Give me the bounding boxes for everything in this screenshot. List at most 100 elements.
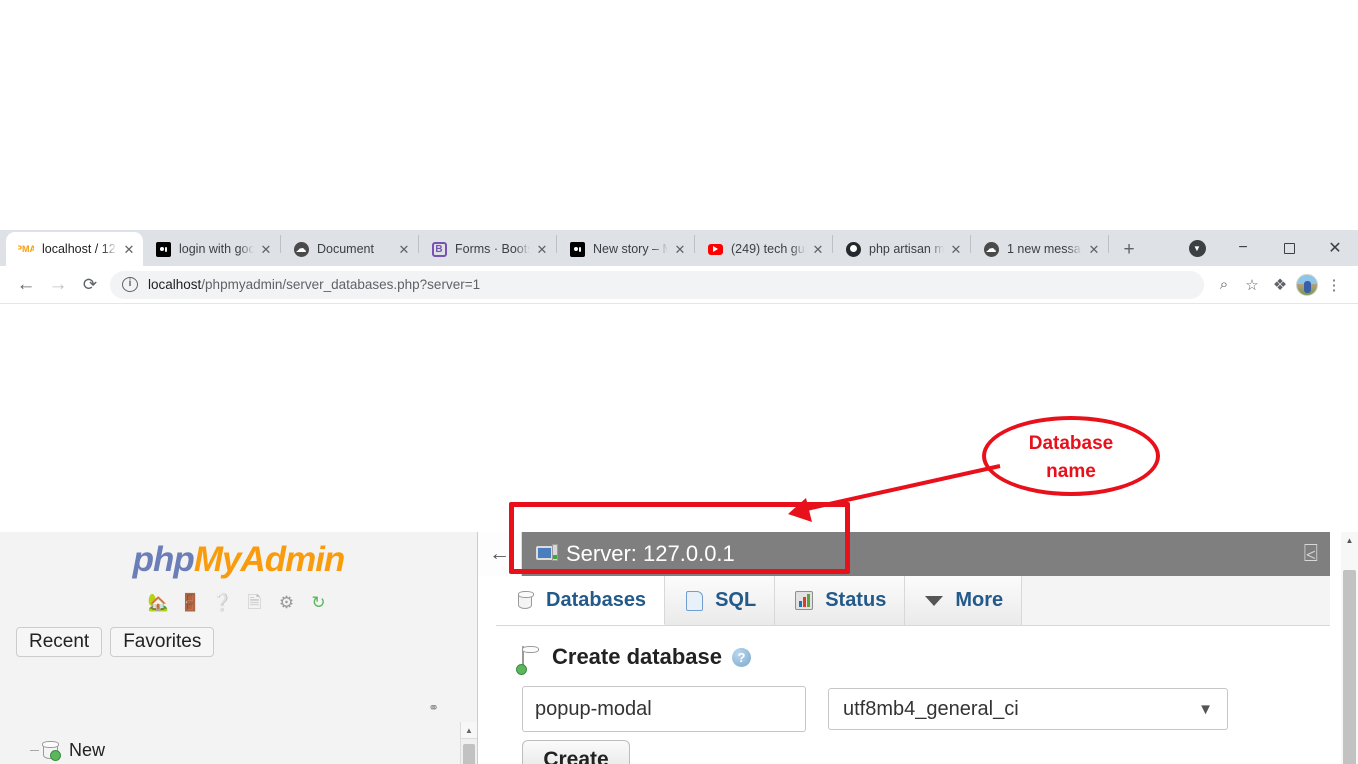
- chevron-down-icon: ▼: [1198, 700, 1213, 718]
- collapse-icon[interactable]: ⍃: [1304, 542, 1318, 566]
- scrollbar-thumb[interactable]: [463, 744, 475, 764]
- create-database-form: utf8mb4_general_ci ▼: [522, 686, 1330, 732]
- tab-title: (249) tech gui: [731, 242, 806, 256]
- pma-logo[interactable]: phpMyAdmin: [0, 532, 477, 577]
- pma-panel-tabs: Recent Favorites: [16, 627, 477, 657]
- close-icon[interactable]: ✕: [396, 241, 412, 257]
- browser-tab-1[interactable]: login with goo ✕: [143, 232, 280, 266]
- maximize-button[interactable]: [1266, 230, 1312, 266]
- navigation-scrollbar[interactable]: ▲: [460, 722, 477, 764]
- extensions-puzzle-icon[interactable]: ❖: [1266, 271, 1294, 299]
- tab-title: localhost / 12: [42, 242, 116, 256]
- tab-label: Databases: [546, 588, 647, 611]
- tab-title: php artisan m: [869, 242, 944, 256]
- close-window-button[interactable]: ✕: [1312, 230, 1358, 266]
- tab-title: Forms · Boots: [455, 242, 530, 256]
- pma-quick-icons: 🏡 🚪 ❔ 🗎 ⚙ ↻: [0, 591, 477, 613]
- tab-databases[interactable]: Databases: [496, 576, 666, 625]
- close-icon[interactable]: ✕: [1086, 241, 1102, 257]
- medium-icon: [569, 241, 585, 257]
- create-database-heading: Create database ?: [522, 644, 1330, 673]
- docs-icon[interactable]: 🗎: [244, 591, 266, 613]
- home-icon[interactable]: 🏡: [148, 591, 170, 613]
- page-viewport: phpMyAdmin 🏡 🚪 ❔ 🗎 ⚙ ↻ Recent Favorites …: [0, 532, 1358, 764]
- new-tab-button[interactable]: +: [1115, 235, 1143, 263]
- browser-tab-5[interactable]: (249) tech gui ✕: [695, 232, 832, 266]
- toolbar-actions: ⌕ ☆ ❖ ⋮: [1210, 271, 1348, 299]
- browser-tab-2[interactable]: ☁ Document ✕: [281, 232, 418, 266]
- reload-icon[interactable]: ↻: [308, 591, 330, 613]
- github-icon: [845, 241, 861, 257]
- browser-window: PMA localhost / 12 ✕ login with goo ✕ ☁ …: [0, 230, 1358, 764]
- profile-avatar[interactable]: [1296, 273, 1318, 296]
- close-icon[interactable]: ✕: [810, 241, 826, 257]
- server-icon: [536, 543, 558, 564]
- help-icon[interactable]: ?: [731, 647, 751, 667]
- logo-php: php: [132, 540, 195, 579]
- sql-scroll-icon: [683, 590, 705, 612]
- tab-label: SQL: [715, 589, 757, 611]
- url-path: /phpmyadmin/server_databases.php?server=…: [201, 277, 481, 292]
- scrollbar-thumb[interactable]: [1343, 570, 1356, 764]
- tab-more[interactable]: More: [905, 576, 1023, 625]
- forward-icon[interactable]: →: [42, 269, 74, 301]
- settings-gear-icon[interactable]: ⚙: [276, 591, 298, 613]
- close-icon[interactable]: ✕: [948, 241, 964, 257]
- url-domain: localhost: [148, 277, 202, 292]
- screenshot-root: PMA localhost / 12 ✕ login with goo ✕ ☁ …: [0, 0, 1358, 764]
- tree-item-new[interactable]: New: [10, 730, 451, 764]
- close-icon[interactable]: ✕: [672, 241, 688, 257]
- tab-status[interactable]: Status: [775, 576, 906, 625]
- tab-title: 1 new messag: [1007, 242, 1082, 256]
- site-info-icon[interactable]: i: [122, 277, 138, 292]
- scroll-up-icon[interactable]: ▲: [1341, 532, 1358, 549]
- close-icon[interactable]: ✕: [534, 241, 550, 257]
- back-icon[interactable]: ←: [10, 269, 42, 301]
- chrome-menu-icon[interactable]: ⋮: [1320, 271, 1348, 299]
- tab-sql[interactable]: SQL: [665, 576, 776, 625]
- create-button[interactable]: Create: [522, 740, 630, 764]
- logout-icon[interactable]: 🚪: [180, 591, 202, 613]
- close-icon[interactable]: ✕: [121, 241, 137, 257]
- reload-icon[interactable]: ⟳: [74, 269, 106, 301]
- address-bar[interactable]: i localhost/phpmyadmin/server_databases.…: [110, 270, 1204, 299]
- database-icon: [514, 589, 536, 611]
- phpmyadmin-icon: PMA: [18, 243, 34, 254]
- help-icon[interactable]: ❔: [212, 591, 234, 613]
- back-icon[interactable]: ←: [478, 532, 522, 576]
- pma-main-panel: ← Server: 127.0.0.1 ⍃ Databases SQL Stat…: [478, 532, 1358, 764]
- tab-label: Status: [825, 589, 887, 611]
- close-icon[interactable]: ✕: [258, 241, 274, 257]
- pma-nav-tabs: Databases SQL Status More: [496, 576, 1330, 626]
- minimize-button[interactable]: −: [1220, 230, 1266, 266]
- logo-myadmin: MyAdmin: [193, 540, 345, 579]
- collation-select[interactable]: utf8mb4_general_ci ▼: [828, 688, 1228, 730]
- browser-tab-3[interactable]: B Forms · Boots ✕: [419, 232, 556, 266]
- browser-tabstrip: PMA localhost / 12 ✕ login with goo ✕ ☁ …: [0, 230, 1358, 266]
- database-name-input[interactable]: [522, 686, 806, 732]
- tab-title: login with goo: [179, 242, 254, 256]
- browser-tab-7[interactable]: ☁ 1 new messag ✕: [971, 232, 1108, 266]
- browser-tab-0[interactable]: PMA localhost / 12 ✕: [6, 232, 143, 266]
- browser-tab-6[interactable]: php artisan m ✕: [833, 232, 970, 266]
- bookmark-star-icon[interactable]: ☆: [1238, 271, 1266, 299]
- new-db-icon: [39, 741, 61, 761]
- profile-chip-icon[interactable]: ▼: [1174, 230, 1220, 266]
- chevron-down-icon: [923, 590, 945, 612]
- scroll-up-icon[interactable]: ▲: [461, 722, 477, 739]
- zoom-icon[interactable]: ⌕: [1210, 271, 1238, 299]
- globe-icon: ☁: [983, 241, 999, 257]
- server-title-text: Server: 127.0.0.1: [566, 541, 735, 566]
- database-tree: New + bootstrap-model + ds +: [10, 730, 451, 764]
- url-text: localhost/phpmyadmin/server_databases.ph…: [148, 277, 480, 292]
- tab-recent[interactable]: Recent: [16, 627, 103, 657]
- browser-tab-4[interactable]: New story – M ✕: [557, 232, 694, 266]
- medium-icon: [155, 241, 171, 257]
- server-header: ← Server: 127.0.0.1 ⍃: [478, 532, 1330, 576]
- main-scrollbar[interactable]: ▲: [1341, 532, 1358, 764]
- bootstrap-icon: B: [431, 241, 447, 257]
- link-chain-icon[interactable]: ⚭: [428, 700, 439, 716]
- create-database-title: Create database: [552, 644, 722, 669]
- tab-favorites[interactable]: Favorites: [110, 627, 215, 657]
- tab-label: More: [955, 589, 1004, 611]
